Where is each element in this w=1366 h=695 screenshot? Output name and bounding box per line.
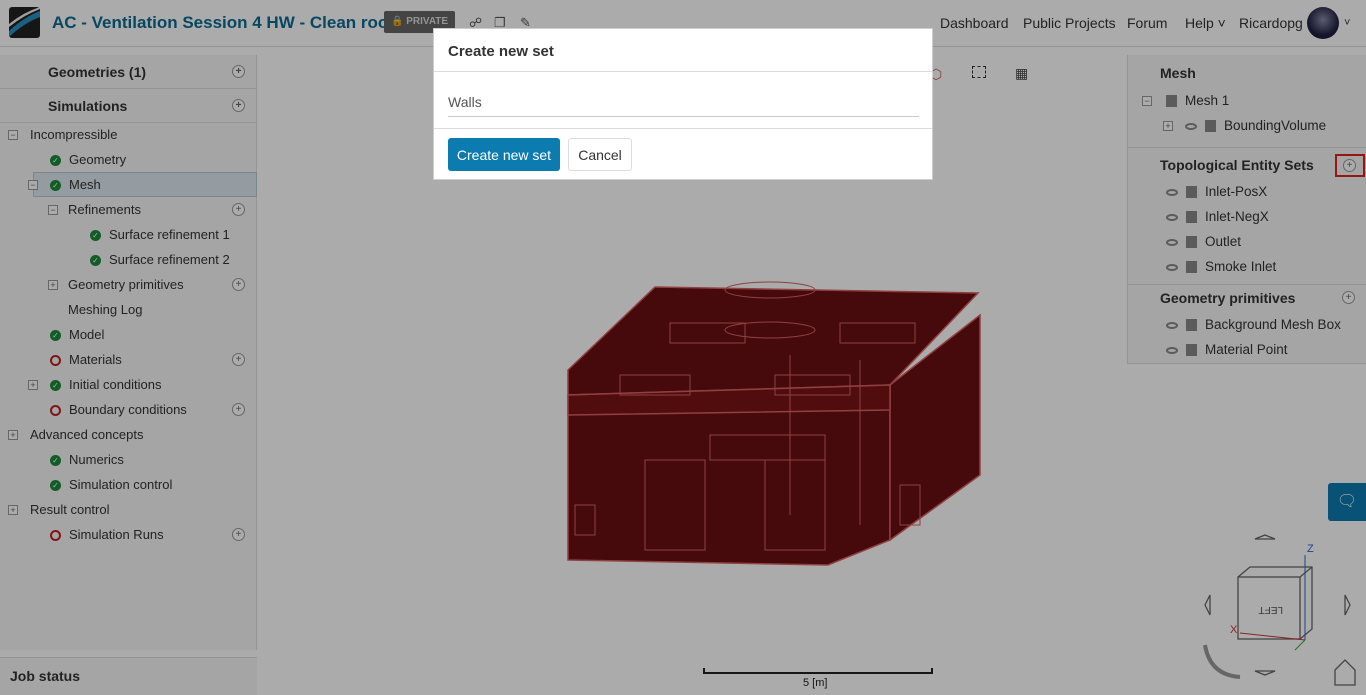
- create-set-dialog: Create new set Create new set Cancel: [433, 28, 933, 180]
- set-name-input[interactable]: [448, 87, 919, 117]
- cancel-button[interactable]: Cancel: [568, 138, 632, 171]
- create-set-button[interactable]: Create new set: [448, 138, 560, 171]
- dialog-title: Create new set: [448, 43, 554, 60]
